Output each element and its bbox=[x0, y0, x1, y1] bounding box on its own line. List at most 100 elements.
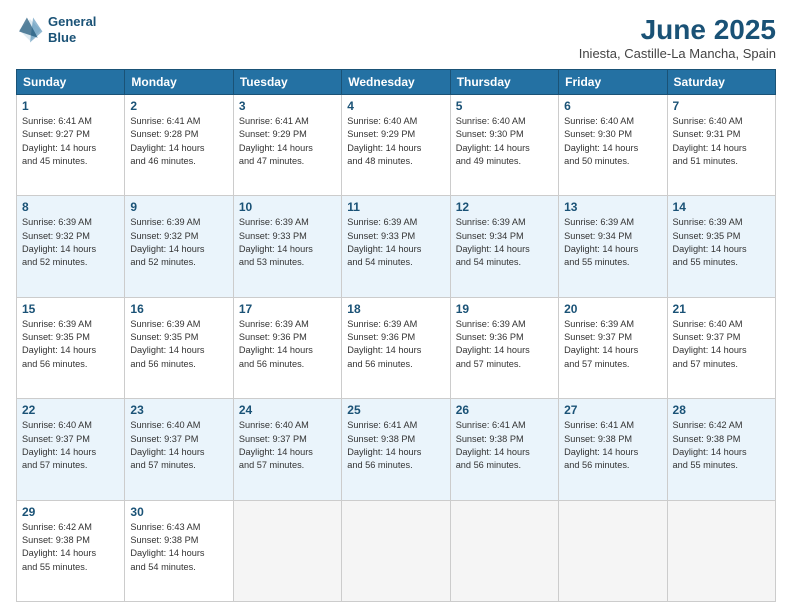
calendar-cell: 12 Sunrise: 6:39 AMSunset: 9:34 PMDayligh… bbox=[450, 196, 558, 297]
calendar-cell: 29 Sunrise: 6:42 AMSunset: 9:38 PMDayligh… bbox=[17, 500, 125, 601]
day-number: 3 bbox=[239, 99, 336, 113]
day-number: 6 bbox=[564, 99, 661, 113]
day-number: 10 bbox=[239, 200, 336, 214]
day-number: 8 bbox=[22, 200, 119, 214]
day-number: 11 bbox=[347, 200, 444, 214]
calendar-cell: 11Sunrise: 6:39 AMSunset: 9:33 PMDayligh… bbox=[342, 196, 450, 297]
day-number: 1 bbox=[22, 99, 119, 113]
day-number: 24 bbox=[239, 403, 336, 417]
calendar-cell: 26 Sunrise: 6:41 AMSunset: 9:38 PMDayligh… bbox=[450, 399, 558, 500]
calendar-cell: 28 Sunrise: 6:42 AMSunset: 9:38 PMDayligh… bbox=[667, 399, 775, 500]
calendar-cell: 23Sunrise: 6:40 AMSunset: 9:37 PMDayligh… bbox=[125, 399, 233, 500]
day-info: Sunrise: 6:41 AMSunset: 9:38 PMDaylight:… bbox=[456, 419, 553, 472]
day-number: 18 bbox=[347, 302, 444, 316]
calendar-cell: 16 Sunrise: 6:39 AMSunset: 9:35 PMDayligh… bbox=[125, 297, 233, 398]
day-number: 19 bbox=[456, 302, 553, 316]
calendar-cell: 13 Sunrise: 6:39 AMSunset: 9:34 PMDayligh… bbox=[559, 196, 667, 297]
calendar-cell: 10 Sunrise: 6:39 AMSunset: 9:33 PMDayligh… bbox=[233, 196, 341, 297]
day-number: 27 bbox=[564, 403, 661, 417]
logo-general: General bbox=[48, 14, 96, 29]
day-info: Sunrise: 6:39 AMSunset: 9:34 PMDaylight:… bbox=[456, 216, 553, 269]
calendar-cell: 22 Sunrise: 6:40 AMSunset: 9:37 PMDayligh… bbox=[17, 399, 125, 500]
header: General Blue June 2025 Iniesta, Castille… bbox=[16, 14, 776, 61]
calendar-cell bbox=[450, 500, 558, 601]
calendar-header-row: SundayMondayTuesdayWednesdayThursdayFrid… bbox=[17, 70, 776, 95]
logo-text: General Blue bbox=[48, 14, 96, 45]
calendar-cell: 30Sunrise: 6:43 AMSunset: 9:38 PMDayligh… bbox=[125, 500, 233, 601]
day-info: Sunrise: 6:39 AMSunset: 9:37 PMDaylight:… bbox=[564, 318, 661, 371]
location-subtitle: Iniesta, Castille-La Mancha, Spain bbox=[579, 46, 776, 61]
logo: General Blue bbox=[16, 14, 96, 45]
calendar-cell: 18 Sunrise: 6:39 AMSunset: 9:36 PMDayligh… bbox=[342, 297, 450, 398]
day-info: Sunrise: 6:40 AMSunset: 9:31 PMDaylight:… bbox=[673, 115, 770, 168]
day-info: Sunrise: 6:40 AMSunset: 9:37 PMDaylight:… bbox=[673, 318, 770, 371]
calendar-cell bbox=[342, 500, 450, 601]
day-number: 26 bbox=[456, 403, 553, 417]
calendar-cell: 14Sunrise: 6:39 AMSunset: 9:35 PMDayligh… bbox=[667, 196, 775, 297]
calendar-cell: 1Sunrise: 6:41 AMSunset: 9:27 PMDaylight… bbox=[17, 95, 125, 196]
day-number: 28 bbox=[673, 403, 770, 417]
calendar-week-3: 15Sunrise: 6:39 AMSunset: 9:35 PMDayligh… bbox=[17, 297, 776, 398]
day-number: 2 bbox=[130, 99, 227, 113]
calendar-cell: 27 Sunrise: 6:41 AMSunset: 9:38 PMDayligh… bbox=[559, 399, 667, 500]
day-info: Sunrise: 6:39 AMSunset: 9:33 PMDaylight:… bbox=[239, 216, 336, 269]
day-header-saturday: Saturday bbox=[667, 70, 775, 95]
day-number: 16 bbox=[130, 302, 227, 316]
calendar-cell: 15Sunrise: 6:39 AMSunset: 9:35 PMDayligh… bbox=[17, 297, 125, 398]
calendar-week-2: 8 Sunrise: 6:39 AMSunset: 9:32 PMDaylight… bbox=[17, 196, 776, 297]
day-number: 9 bbox=[130, 200, 227, 214]
day-number: 25 bbox=[347, 403, 444, 417]
day-number: 22 bbox=[22, 403, 119, 417]
calendar-week-1: 1Sunrise: 6:41 AMSunset: 9:27 PMDaylight… bbox=[17, 95, 776, 196]
calendar-cell: 25 Sunrise: 6:41 AMSunset: 9:38 PMDayligh… bbox=[342, 399, 450, 500]
calendar-cell: 19 Sunrise: 6:39 AMSunset: 9:36 PMDayligh… bbox=[450, 297, 558, 398]
day-info: Sunrise: 6:41 AMSunset: 9:38 PMDaylight:… bbox=[347, 419, 444, 472]
day-number: 20 bbox=[564, 302, 661, 316]
title-block: June 2025 Iniesta, Castille-La Mancha, S… bbox=[579, 14, 776, 61]
logo-blue: Blue bbox=[48, 30, 76, 45]
day-header-monday: Monday bbox=[125, 70, 233, 95]
calendar-cell: 20 Sunrise: 6:39 AMSunset: 9:37 PMDayligh… bbox=[559, 297, 667, 398]
calendar-table: SundayMondayTuesdayWednesdayThursdayFrid… bbox=[16, 69, 776, 602]
day-number: 13 bbox=[564, 200, 661, 214]
day-info: Sunrise: 6:39 AMSunset: 9:32 PMDaylight:… bbox=[22, 216, 119, 269]
day-info: Sunrise: 6:42 AMSunset: 9:38 PMDaylight:… bbox=[22, 521, 119, 574]
day-info: Sunrise: 6:43 AMSunset: 9:38 PMDaylight:… bbox=[130, 521, 227, 574]
day-header-tuesday: Tuesday bbox=[233, 70, 341, 95]
calendar-week-4: 22 Sunrise: 6:40 AMSunset: 9:37 PMDayligh… bbox=[17, 399, 776, 500]
calendar-cell: 6 Sunrise: 6:40 AMSunset: 9:30 PMDaylight… bbox=[559, 95, 667, 196]
logo-icon bbox=[16, 16, 44, 44]
day-header-friday: Friday bbox=[559, 70, 667, 95]
day-info: Sunrise: 6:39 AMSunset: 9:36 PMDaylight:… bbox=[456, 318, 553, 371]
calendar-cell bbox=[667, 500, 775, 601]
day-number: 14 bbox=[673, 200, 770, 214]
day-header-sunday: Sunday bbox=[17, 70, 125, 95]
page: General Blue June 2025 Iniesta, Castille… bbox=[0, 0, 792, 612]
day-info: Sunrise: 6:41 AMSunset: 9:29 PMDaylight:… bbox=[239, 115, 336, 168]
day-info: Sunrise: 6:39 AMSunset: 9:32 PMDaylight:… bbox=[130, 216, 227, 269]
calendar-cell: 8 Sunrise: 6:39 AMSunset: 9:32 PMDaylight… bbox=[17, 196, 125, 297]
day-info: Sunrise: 6:40 AMSunset: 9:29 PMDaylight:… bbox=[347, 115, 444, 168]
calendar-cell: 5 Sunrise: 6:40 AMSunset: 9:30 PMDaylight… bbox=[450, 95, 558, 196]
day-info: Sunrise: 6:39 AMSunset: 9:35 PMDaylight:… bbox=[130, 318, 227, 371]
calendar-cell bbox=[559, 500, 667, 601]
day-number: 5 bbox=[456, 99, 553, 113]
day-info: Sunrise: 6:42 AMSunset: 9:38 PMDaylight:… bbox=[673, 419, 770, 472]
day-info: Sunrise: 6:41 AMSunset: 9:28 PMDaylight:… bbox=[130, 115, 227, 168]
day-number: 29 bbox=[22, 505, 119, 519]
calendar-cell: 4Sunrise: 6:40 AMSunset: 9:29 PMDaylight… bbox=[342, 95, 450, 196]
day-info: Sunrise: 6:39 AMSunset: 9:34 PMDaylight:… bbox=[564, 216, 661, 269]
calendar-cell: 17Sunrise: 6:39 AMSunset: 9:36 PMDayligh… bbox=[233, 297, 341, 398]
day-number: 12 bbox=[456, 200, 553, 214]
day-info: Sunrise: 6:41 AMSunset: 9:38 PMDaylight:… bbox=[564, 419, 661, 472]
day-info: Sunrise: 6:39 AMSunset: 9:36 PMDaylight:… bbox=[347, 318, 444, 371]
day-info: Sunrise: 6:40 AMSunset: 9:30 PMDaylight:… bbox=[456, 115, 553, 168]
day-info: Sunrise: 6:40 AMSunset: 9:30 PMDaylight:… bbox=[564, 115, 661, 168]
day-number: 17 bbox=[239, 302, 336, 316]
calendar-cell: 3 Sunrise: 6:41 AMSunset: 9:29 PMDaylight… bbox=[233, 95, 341, 196]
month-title: June 2025 bbox=[579, 14, 776, 46]
day-info: Sunrise: 6:40 AMSunset: 9:37 PMDaylight:… bbox=[22, 419, 119, 472]
calendar-cell: 21 Sunrise: 6:40 AMSunset: 9:37 PMDayligh… bbox=[667, 297, 775, 398]
calendar-week-5: 29 Sunrise: 6:42 AMSunset: 9:38 PMDayligh… bbox=[17, 500, 776, 601]
day-number: 21 bbox=[673, 302, 770, 316]
